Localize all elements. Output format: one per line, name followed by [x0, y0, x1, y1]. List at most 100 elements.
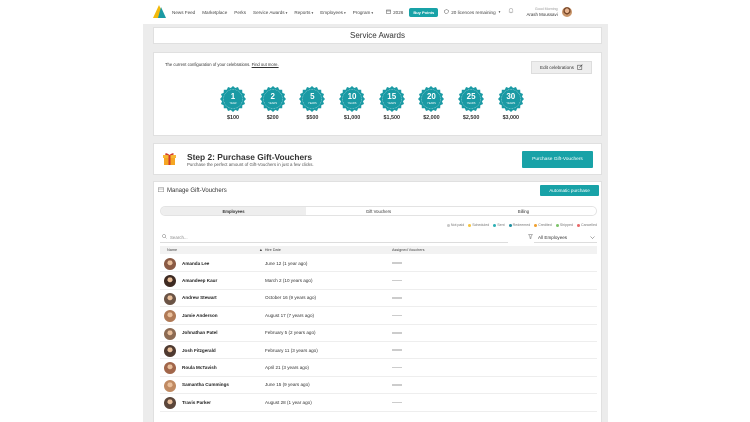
- employee-filter-select[interactable]: All Employees: [534, 232, 597, 243]
- employee-name: Travis Parker: [182, 399, 211, 405]
- table-row[interactable]: Amandeep Kaur March 2 (10 years ago): [160, 272, 597, 290]
- assigned-vouchers-empty: [392, 401, 402, 404]
- chevron-down-icon: ▾: [498, 10, 501, 14]
- legend-item: Sent: [493, 223, 505, 227]
- table-row[interactable]: Samantha Cummings June 15 (9 years ago): [160, 377, 597, 395]
- search-field[interactable]: Search...: [160, 232, 508, 243]
- column-name[interactable]: Name: [167, 248, 177, 252]
- edit-icon: [577, 64, 583, 71]
- column-hire-label: Hire Date: [264, 248, 281, 252]
- user-avatar[interactable]: [561, 7, 572, 17]
- legend-dot: [534, 223, 538, 227]
- badge-amount: $100: [227, 115, 239, 121]
- bell-icon[interactable]: [508, 8, 514, 16]
- badge-years: 5: [310, 92, 315, 101]
- award-badge: 2 YEARS $200: [259, 86, 286, 121]
- employee-name: Samantha Cummings: [182, 382, 229, 388]
- voucher-tabs: Employees Gift Vouchers Billing: [160, 206, 597, 216]
- licences-label: 20 licences remaining: [451, 9, 496, 15]
- badge-years: 1: [230, 92, 236, 101]
- legend-dot: [508, 223, 512, 227]
- table-row[interactable]: Johnathan Patel February 5 (2 years ago): [160, 325, 597, 342]
- edit-celebrations-label: Edit celebrations: [540, 65, 574, 70]
- nav-item-employees[interactable]: Employees▾: [320, 10, 346, 15]
- nav-item-label: Service Awards: [253, 9, 285, 15]
- page-title: Service Awards: [350, 31, 405, 40]
- nav-item-label: Program: [352, 9, 371, 15]
- calendar-year-label: 2026: [393, 9, 404, 15]
- user-info[interactable]: Good Morning Arash Moussavi: [526, 7, 557, 17]
- legend-label: Credited: [538, 223, 552, 227]
- calendar-year[interactable]: 2026: [386, 9, 403, 15]
- legend-item: Scheduled: [468, 223, 489, 227]
- nav-item-reports[interactable]: Reports▾: [294, 10, 313, 15]
- column-hire-date[interactable]: ▲ Hire Date: [259, 248, 281, 252]
- badge-amount: $500: [306, 115, 319, 121]
- shield-icon: [444, 9, 449, 15]
- employee-avatar: [164, 310, 176, 323]
- manage-heading: Manage Gift-Vouchers: [167, 187, 227, 194]
- employee-name: Amandeep Kaur: [182, 278, 218, 284]
- nav-item-news-feed[interactable]: News Feed: [172, 10, 195, 15]
- badge-years: 10: [347, 92, 357, 101]
- employee-name: Josh Fitzgerald: [182, 347, 216, 353]
- legend-label: Not paid: [450, 223, 465, 227]
- table-row[interactable]: Amanda Lee June 12 (1 year ago): [160, 255, 597, 273]
- nav-item-service-awards[interactable]: Service Awards▾: [253, 10, 287, 15]
- employee-hire-date: August 28 (1 year ago): [265, 399, 312, 405]
- step2-heading: Step 2: Purchase Gift-Vouchers: [187, 152, 313, 162]
- app-logo[interactable]: [153, 5, 166, 19]
- table-row[interactable]: Travis Parker August 28 (1 year ago): [160, 394, 597, 412]
- badge-years: 25: [466, 92, 476, 101]
- manage-vouchers-card: Manage Gift-Vouchers Automatic purchase …: [153, 181, 602, 422]
- employee-name: Roula McTavish: [182, 365, 217, 371]
- award-badge: 15 YEARS $1,500: [378, 86, 405, 121]
- employee-hire-date: February 11 (3 years ago): [265, 347, 318, 353]
- tab-gift-vouchers[interactable]: Gift Vouchers: [306, 207, 451, 215]
- edit-celebrations-button[interactable]: Edit celebrations: [531, 61, 592, 74]
- legend-dot: [446, 223, 450, 227]
- legend-item: Redeemed: [508, 223, 530, 227]
- automatic-purchase-button[interactable]: Automatic purchase: [540, 185, 599, 196]
- badge-unit: YEARS: [506, 102, 516, 105]
- celebrations-config-card: The current configuration of your celebr…: [153, 52, 602, 136]
- tab-employees[interactable]: Employees: [161, 207, 306, 215]
- wallet-icon: [158, 187, 164, 194]
- table-row[interactable]: Josh Fitzgerald February 11 (3 years ago): [160, 342, 597, 360]
- chevron-down-icon: ▾: [285, 10, 288, 15]
- table-row[interactable]: Andrew Stewart October 16 (9 years ago): [160, 290, 597, 308]
- badge-years: 15: [387, 92, 397, 101]
- seal-icon: 25 YEARS: [458, 86, 485, 112]
- nav-item-marketplace[interactable]: Marketplace: [202, 10, 227, 15]
- chevron-down-icon: ▾: [371, 10, 374, 15]
- user-name: Arash Moussavi: [526, 11, 558, 17]
- step2-subtext: Purchase the perfect amount of Gift-Vouc…: [187, 162, 314, 167]
- buy-points-button[interactable]: Buy Points: [409, 7, 439, 17]
- employee-name: Andrew Stewart: [182, 295, 217, 301]
- find-out-more-link[interactable]: Find out more.: [252, 62, 279, 67]
- award-badge: 25 YEARS $2,500: [458, 86, 485, 121]
- seal-icon: 5 YEARS: [299, 86, 326, 112]
- tab-billing[interactable]: Billing: [451, 207, 596, 215]
- award-badge: 10 YEARS $1,000: [339, 86, 366, 121]
- nav-item-program[interactable]: Program▾: [353, 10, 373, 15]
- badge-unit: YEAR: [229, 102, 237, 105]
- legend-dot: [577, 223, 581, 227]
- badge-amount: $2,500: [462, 115, 480, 121]
- filter-icon[interactable]: [528, 234, 533, 241]
- nav-item-label: Employees: [320, 9, 343, 15]
- config-text: The current configuration of your celebr…: [165, 62, 251, 67]
- legend-item: Credited: [534, 223, 552, 227]
- assigned-vouchers-empty: [392, 297, 402, 299]
- purchase-gift-vouchers-button[interactable]: Purchase Gift-Vouchers: [522, 151, 593, 168]
- licences-dropdown[interactable]: 20 licences remaining ▾: [444, 9, 500, 15]
- nav-item-perks[interactable]: Perks: [234, 10, 246, 15]
- employee-avatar: [164, 292, 176, 305]
- search-placeholder: Search...: [170, 234, 188, 240]
- search-icon: [162, 234, 167, 240]
- badge-unit: YEARS: [268, 102, 278, 105]
- table-row[interactable]: Jamie Anderson August 17 (7 years ago): [160, 307, 597, 325]
- table-row[interactable]: Roula McTavish April 21 (3 years ago): [160, 359, 597, 377]
- employee-hire-date: June 15 (9 years ago): [265, 382, 310, 388]
- column-assigned[interactable]: Assigned Vouchers: [392, 248, 425, 252]
